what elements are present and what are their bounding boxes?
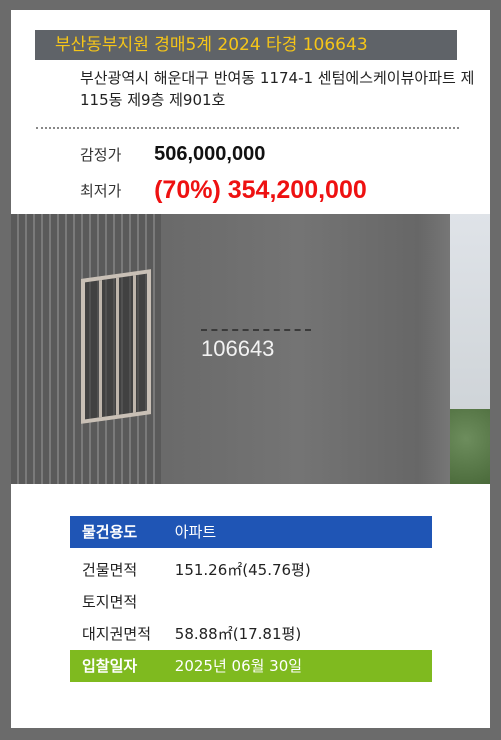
tree-area: [450, 409, 490, 484]
detail-key: 물건용도: [82, 523, 138, 541]
detail-row-land-right-area: 대지권면적 58.88㎡(17.81평): [70, 618, 432, 650]
detail-row-usage: 물건용도 아파트: [70, 516, 432, 548]
detail-value: 58.88㎡(17.81평): [174, 625, 302, 643]
detail-row-bid-date: 입찰일자 2025년 06월 30일: [70, 650, 432, 682]
detail-value: 아파트: [174, 523, 217, 541]
auction-card: 부산동부지원 경매5계 2024 타경 106643 부산광역시 해운대구 반여…: [11, 10, 490, 728]
detail-row-building-area: 건물면적 151.26㎡(45.76평): [70, 554, 432, 586]
detail-row-land-area: 토지면적: [70, 586, 432, 618]
property-address: 부산광역시 해운대구 반여동 1174-1 센텀에스케이뷰아파트 제115동 제…: [80, 69, 475, 109]
detail-value: 151.26㎡(45.76평): [174, 561, 311, 579]
window-grille: [81, 269, 151, 424]
wall-marks: [201, 329, 311, 331]
divider: [36, 127, 459, 129]
case-title: 부산동부지원 경매5계 2024 타경 106643: [35, 30, 457, 60]
property-details: 물건용도 아파트 건물면적 151.26㎡(45.76평) 토지면적 대지권면적…: [70, 516, 432, 682]
detail-key: 건물면적: [82, 561, 138, 579]
appraisal-value: 506,000,000: [154, 143, 266, 165]
photo-caption: 106643: [201, 336, 275, 361]
appraisal-row: 감정가 506,000,000: [80, 143, 265, 173]
minimum-price-label: 최저가: [80, 182, 122, 200]
minimum-price-row: 최저가 (70%) 354,200,000: [80, 176, 367, 206]
detail-key: 대지권면적: [82, 625, 152, 643]
detail-key: 입찰일자: [82, 657, 138, 675]
detail-value: 2025년 06월 30일: [174, 657, 303, 675]
appraisal-label: 감정가: [80, 146, 122, 164]
detail-key: 토지면적: [82, 593, 138, 611]
minimum-price-value: (70%) 354,200,000: [154, 176, 367, 204]
property-photo[interactable]: 106643: [11, 214, 490, 484]
sky-area: [450, 214, 490, 414]
